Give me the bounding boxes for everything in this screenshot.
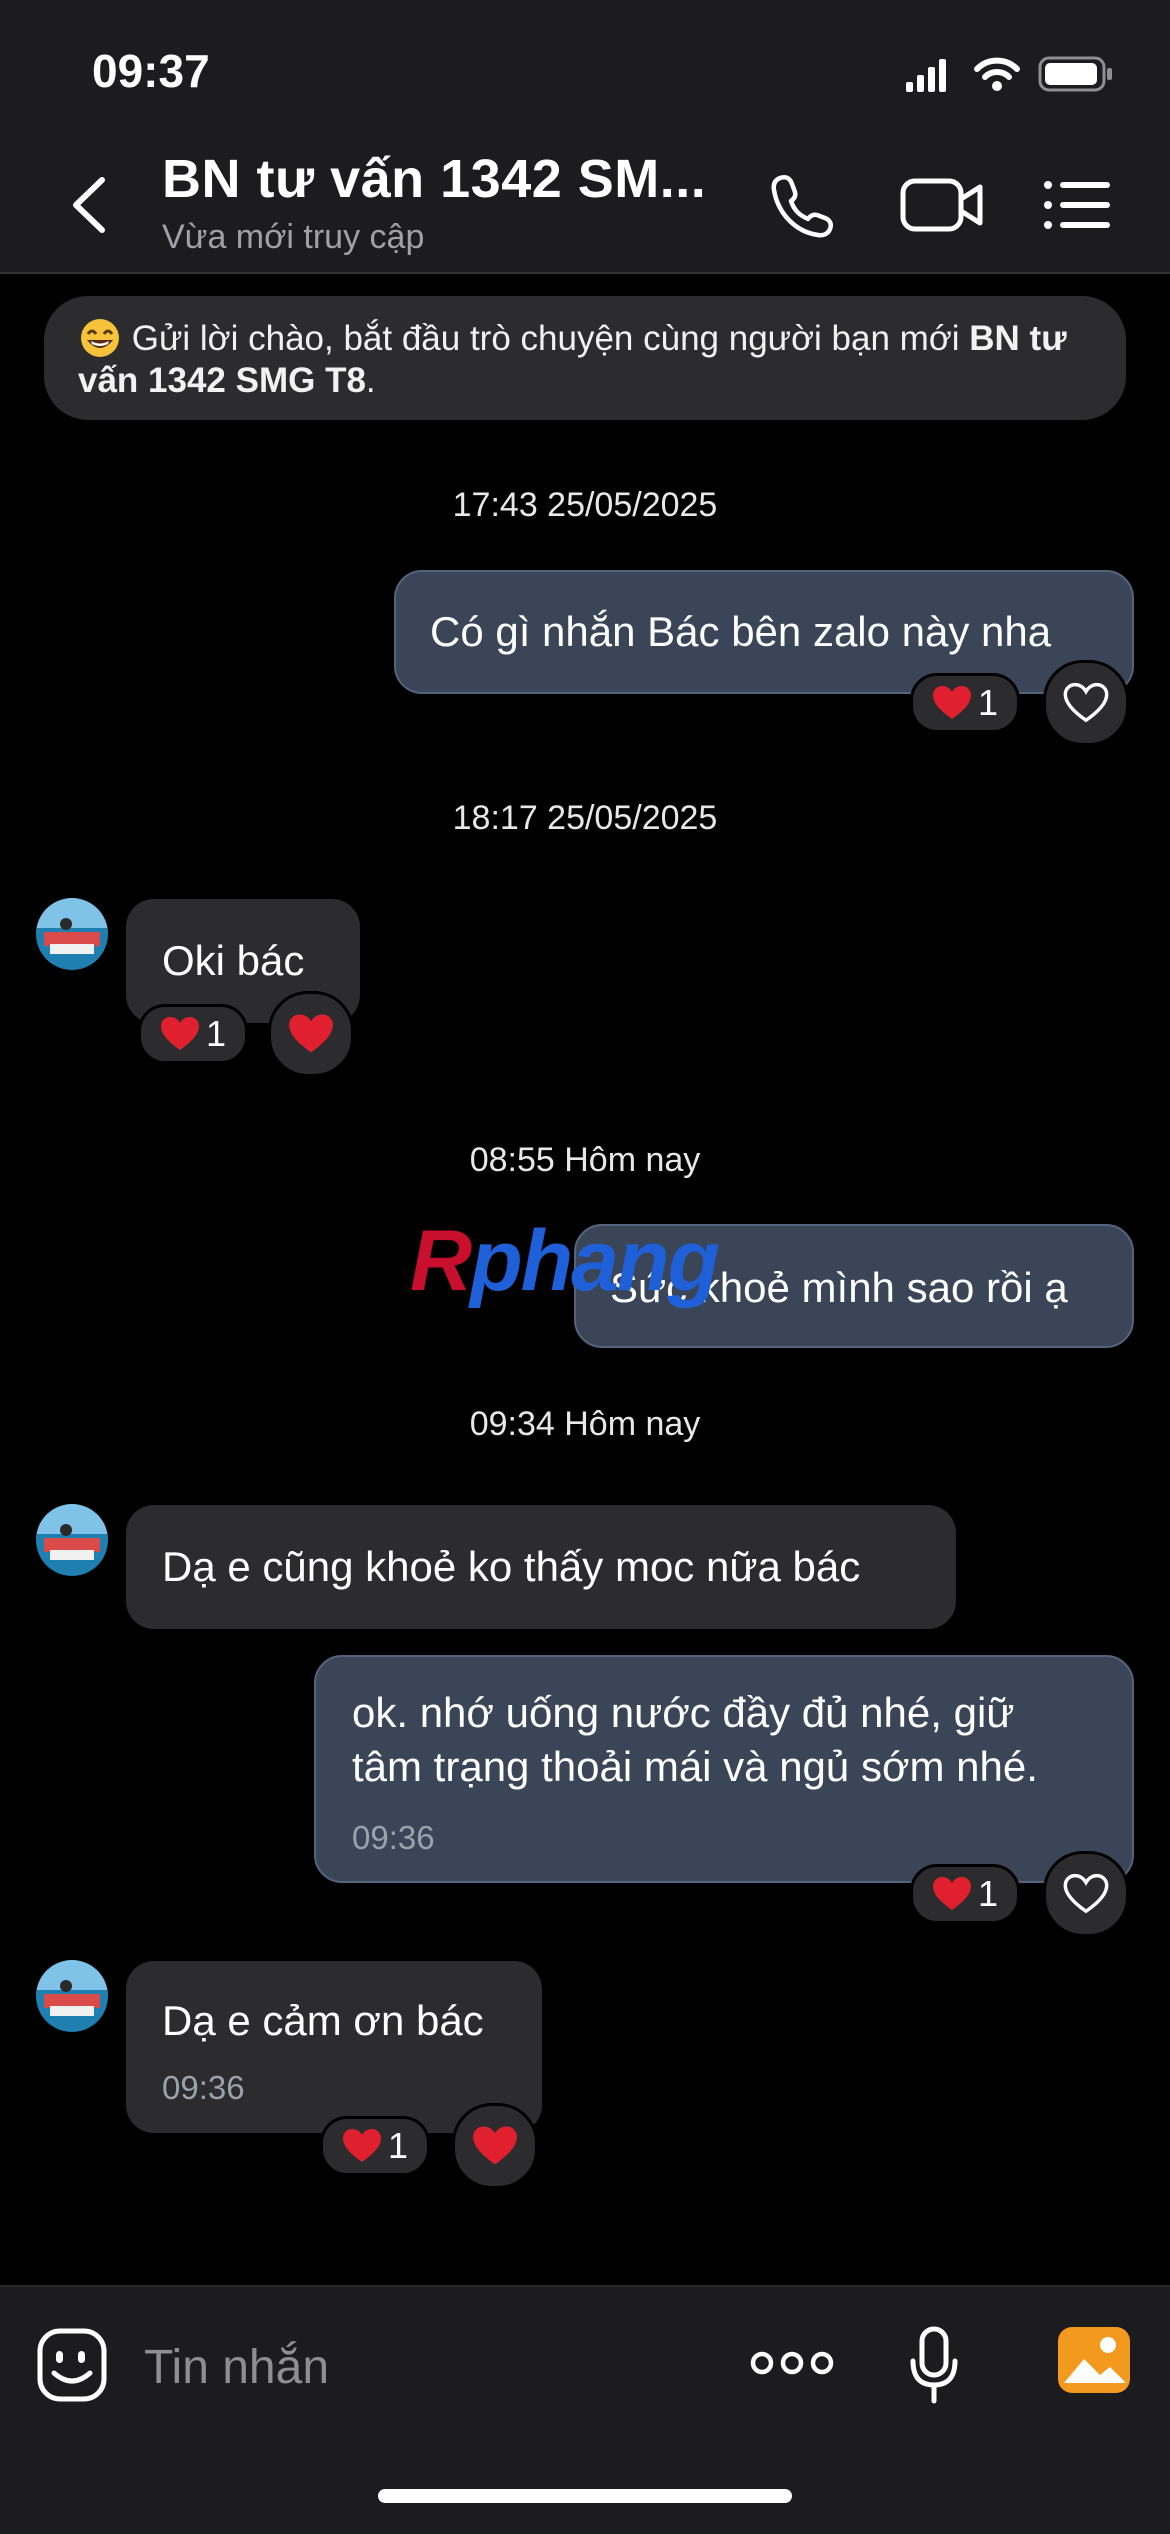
heart-filled-icon xyxy=(932,686,971,719)
image-icon[interactable] xyxy=(1056,2325,1132,2395)
contact-avatar[interactable] xyxy=(36,1960,108,2032)
reaction-count: 1 xyxy=(977,1873,999,1914)
react-button[interactable] xyxy=(1043,1851,1129,1937)
wifi-icon xyxy=(974,57,1020,91)
emoji-face-icon[interactable] xyxy=(36,2327,108,2403)
back-chevron-icon[interactable] xyxy=(60,170,120,240)
message-text: Dạ e cảm ơn bác xyxy=(162,1997,484,2044)
more-dots-icon[interactable] xyxy=(750,2349,834,2377)
greeting-text-end: . xyxy=(365,361,376,400)
home-indicator xyxy=(378,2489,792,2503)
call-button[interactable] xyxy=(756,170,846,240)
heart-filled-icon xyxy=(473,2126,517,2165)
chat-options-button[interactable] xyxy=(1032,170,1122,240)
greeting-text: Gửi lời chào, bắt đầu trò chuyện cùng ng… xyxy=(78,318,1098,402)
heart-outline-icon xyxy=(1063,1873,1109,1914)
avatar-image xyxy=(36,1960,108,2032)
signal-icon xyxy=(906,59,946,92)
timestamp-divider: 18:17 25/05/2025 xyxy=(452,799,718,837)
battery-icon xyxy=(1038,56,1112,92)
greeting-banner: Gửi lời chào, bắt đầu trò chuyện cùng ng… xyxy=(44,296,1126,420)
message-text-line-2: tâm trạng thoải mái và ngủ sớm nhé. xyxy=(352,1743,1038,1790)
phone-icon xyxy=(771,175,834,238)
message-input[interactable] xyxy=(142,2331,706,2403)
message-bubble-outgoing[interactable]: ok. nhớ uống nước đầy đủ nhé, giữ tâm tr… xyxy=(314,1655,1134,1883)
heart-outline-icon xyxy=(1063,682,1109,723)
timestamp-divider: 08:55 Hôm nay xyxy=(469,1141,701,1179)
react-button[interactable] xyxy=(268,991,354,1077)
list-menu-icon xyxy=(1044,181,1110,229)
status-time: 09:37 xyxy=(92,45,210,97)
react-button[interactable] xyxy=(1043,660,1129,746)
microphone-icon[interactable] xyxy=(908,2325,960,2405)
message-text-line-1: ok. nhớ uống nước đầy đủ nhé, giữ xyxy=(352,1689,1015,1736)
video-camera-icon xyxy=(900,178,983,232)
contact-avatar[interactable] xyxy=(36,898,108,970)
message-bubble-incoming[interactable]: Dạ e cũng khoẻ ko thấy moc nữa bác xyxy=(126,1505,956,1629)
timestamp-divider: 17:43 25/05/2025 xyxy=(452,486,718,524)
message-bubble-outgoing[interactable]: Có gì nhắn Bác bên zalo này nha xyxy=(394,570,1134,694)
heart-filled-icon xyxy=(289,1014,333,1053)
message-text: Oki bác xyxy=(162,937,305,984)
reaction-count: 1 xyxy=(205,1013,227,1054)
heart-filled-icon xyxy=(160,1017,199,1050)
message-time: 09:36 xyxy=(162,2069,245,2106)
contact-avatar[interactable] xyxy=(36,1504,108,1576)
reaction-summary[interactable]: 1 xyxy=(138,1004,248,1064)
chat-status: Vừa mới truy cập xyxy=(162,218,425,256)
greeting-text-main: Gửi lời chào, bắt đầu trò chuyện cùng ng… xyxy=(131,319,970,358)
react-button[interactable] xyxy=(452,2103,538,2189)
heart-filled-icon xyxy=(342,2129,381,2162)
reaction-summary[interactable]: 1 xyxy=(910,673,1020,733)
reaction-count: 1 xyxy=(977,682,999,723)
message-text: Dạ e cũng khoẻ ko thấy moc nữa bác xyxy=(162,1543,861,1590)
reaction-count: 1 xyxy=(387,2125,409,2166)
grin-emoji-icon xyxy=(81,319,119,357)
reaction-summary[interactable]: 1 xyxy=(910,1864,1020,1924)
watermark-word: phang xyxy=(470,1213,720,1309)
watermark-letter: R xyxy=(410,1213,472,1309)
avatar-image xyxy=(36,898,108,970)
video-call-button[interactable] xyxy=(892,170,992,240)
chat-title[interactable]: BN tư vấn 1342 SM... xyxy=(162,148,706,210)
heart-filled-icon xyxy=(932,1877,971,1910)
avatar-image xyxy=(36,1504,108,1576)
reaction-summary[interactable]: 1 xyxy=(320,2116,430,2176)
message-time: 09:36 xyxy=(352,1819,435,1856)
watermark-logo: Rphang xyxy=(410,1212,720,1311)
timestamp-divider: 09:34 Hôm nay xyxy=(469,1405,701,1443)
message-text: Có gì nhắn Bác bên zalo này nha xyxy=(430,608,1052,655)
